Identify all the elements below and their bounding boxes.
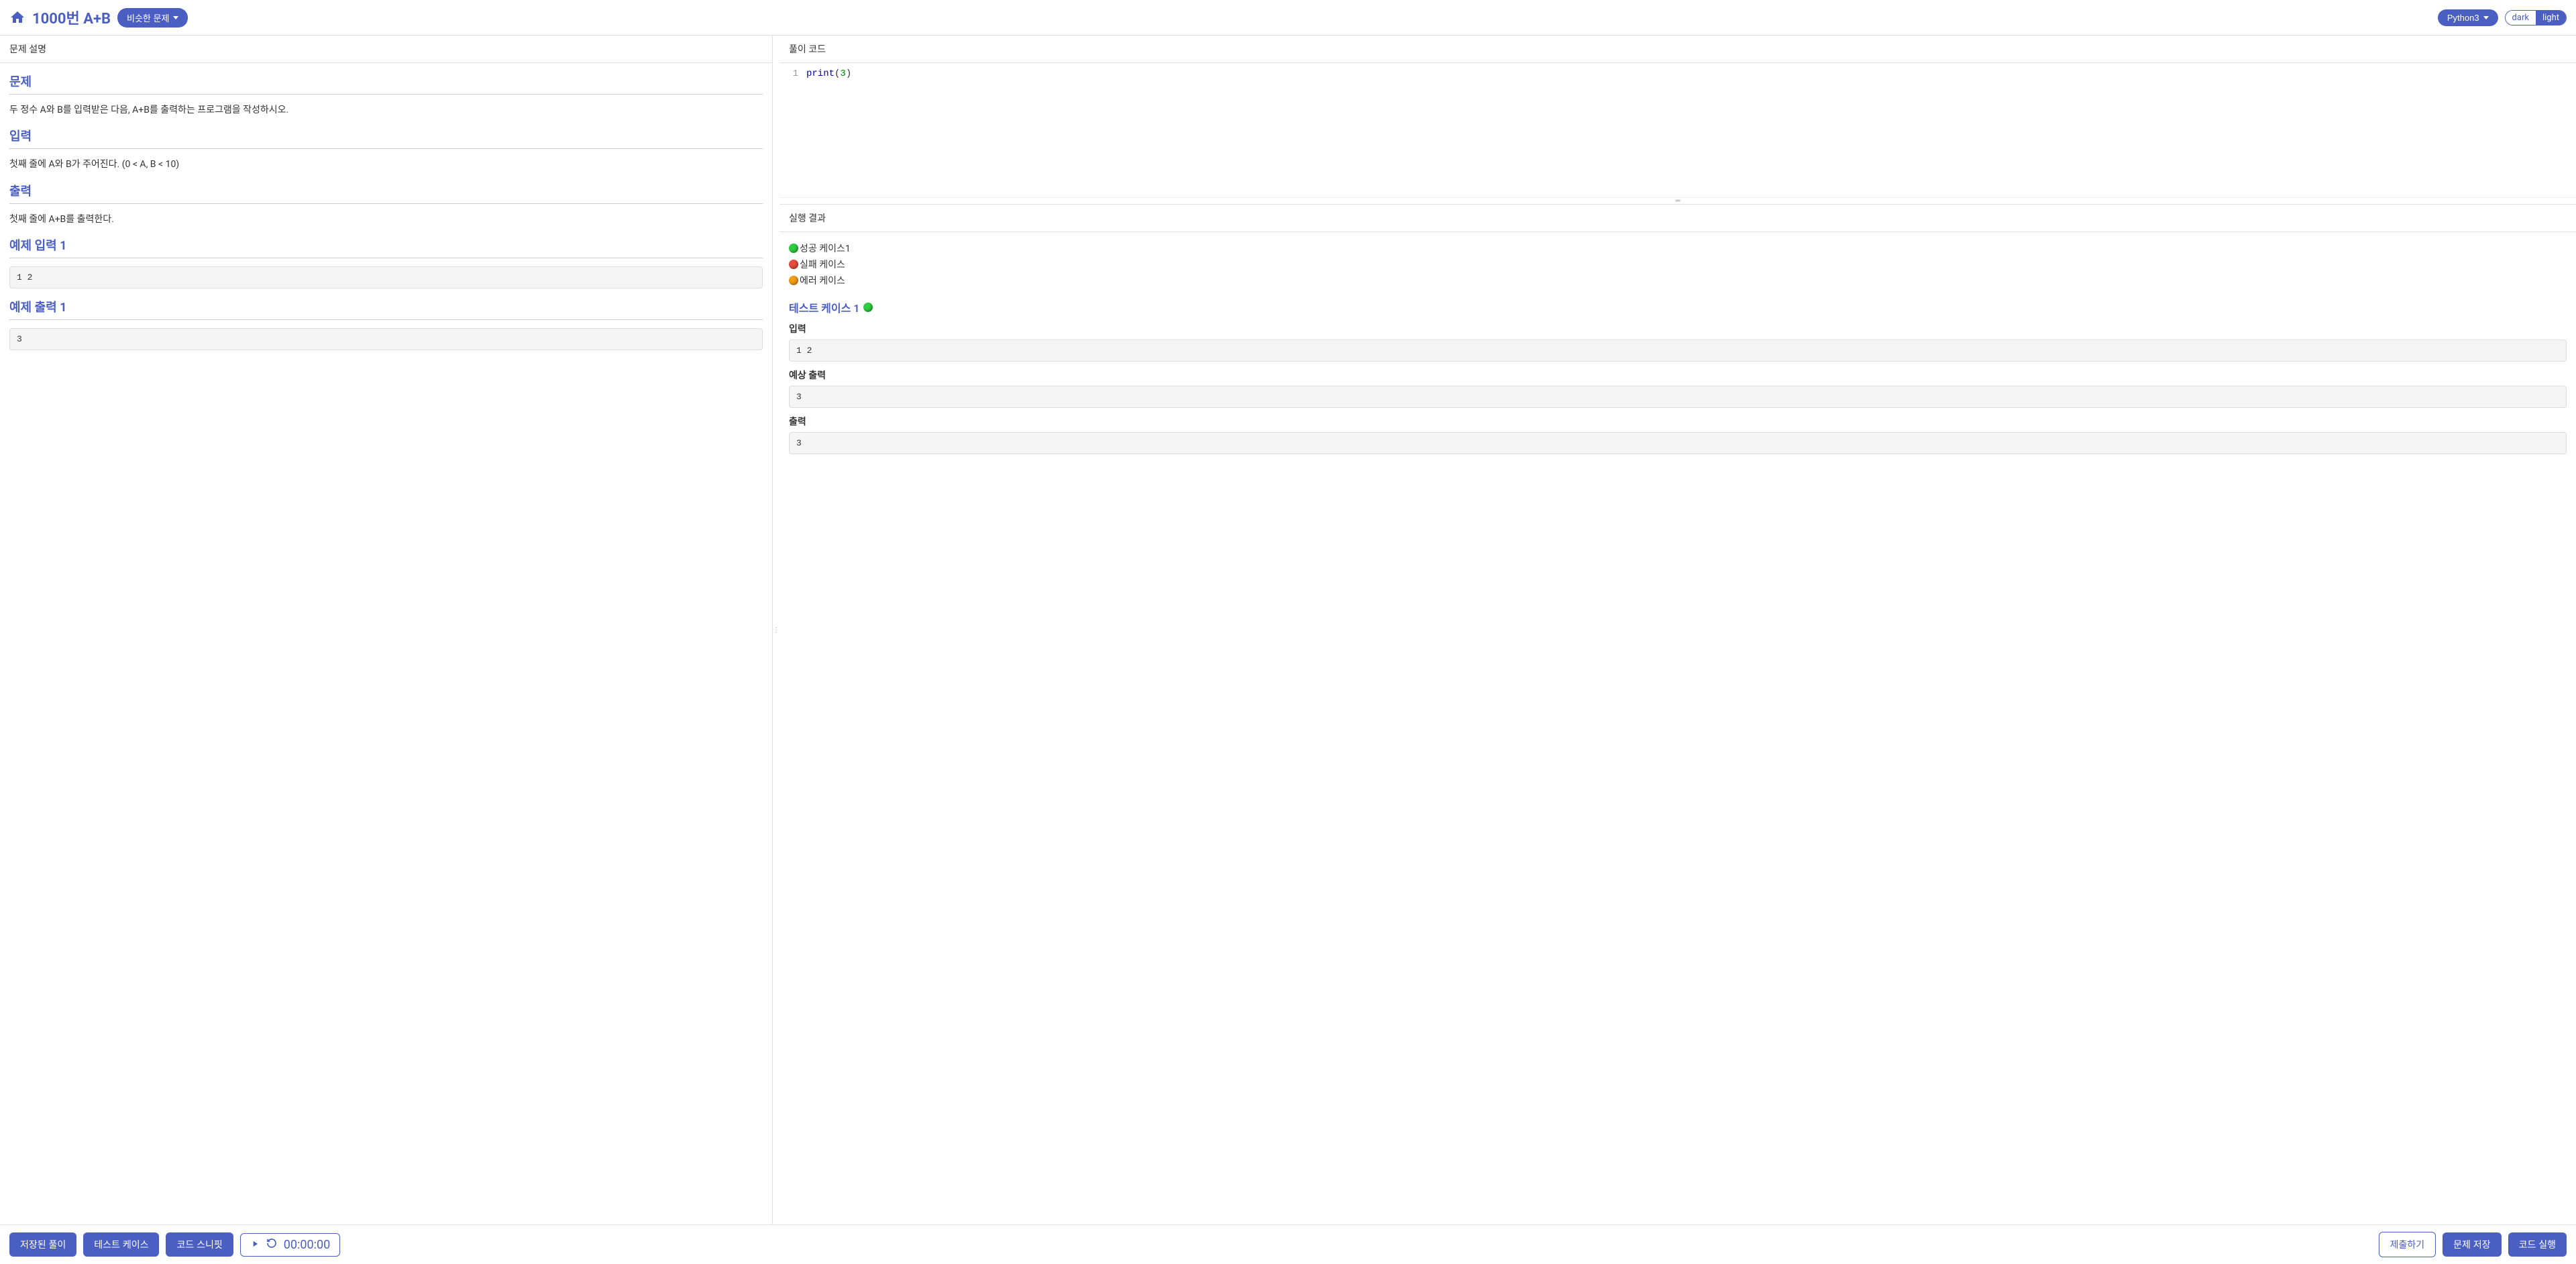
home-icon[interactable] — [9, 9, 25, 25]
play-icon[interactable] — [250, 1238, 260, 1252]
legend-fail-label: 실패 케이스 — [800, 258, 845, 271]
main-area: 문제 설명 문제 두 정수 A와 B를 입력받은 다음, A+B를 출력하는 프… — [0, 36, 2576, 1224]
horizontal-splitter[interactable]: ═ — [780, 197, 2576, 204]
green-dot-icon — [789, 244, 798, 253]
test-output-label: 출력 — [789, 415, 2567, 428]
problem-title: 1000번 A+B — [32, 7, 111, 28]
example-output-box: 3 — [9, 328, 763, 350]
section-output-heading: 출력 — [9, 182, 763, 204]
test-case-title-text: 테스트 케이스 1 — [789, 299, 859, 315]
code-token-number: 3 — [840, 68, 845, 79]
legend-error-label: 에러 케이스 — [800, 274, 845, 287]
results-area: 실행 결과 성공 케이스1 실패 케이스 에러 케이스 테스트 케이스 1 — [780, 204, 2576, 1224]
editor-area: 풀이 코드 1 print(3) — [780, 36, 2576, 197]
header: 1000번 A+B 비슷한 문제 Python3 dark light — [0, 0, 2576, 36]
section-input-heading: 입력 — [9, 127, 763, 149]
code-snippet-button[interactable]: 코드 스니핏 — [166, 1232, 233, 1257]
results-header: 실행 결과 — [780, 205, 2576, 232]
code-token-paren: ) — [846, 68, 851, 79]
footer-right: 제출하기 문제 저장 코드 실행 — [2379, 1232, 2567, 1257]
save-problem-button[interactable]: 문제 저장 — [2443, 1232, 2501, 1257]
legend-success-label: 성공 케이스1 — [800, 242, 851, 255]
code-token-print: print — [806, 68, 835, 79]
footer-left: 저장된 풀이 테스트 케이스 코드 스니핏 00:00:00 — [9, 1232, 340, 1257]
test-input-label: 입력 — [789, 322, 2567, 335]
legend-success: 성공 케이스1 — [789, 242, 2567, 255]
test-output-value: 3 — [789, 432, 2567, 454]
red-dot-icon — [789, 260, 798, 269]
theme-toggle: dark light — [2505, 10, 2567, 25]
footer: 저장된 풀이 테스트 케이스 코드 스니핏 00:00:00 제출하기 문제 저… — [0, 1224, 2576, 1264]
green-dot-icon — [863, 303, 873, 312]
submit-button[interactable]: 제출하기 — [2379, 1232, 2436, 1257]
test-case-button[interactable]: 테스트 케이스 — [83, 1232, 159, 1257]
input-body: 첫째 줄에 A와 B가 주어진다. (0 < A, B < 10) — [9, 157, 763, 172]
code-text: print(3) — [806, 68, 2576, 79]
test-expected-label: 예상 출력 — [789, 368, 2567, 382]
test-case-heading: 테스트 케이스 1 — [789, 299, 2567, 315]
theme-light-option[interactable]: light — [2536, 11, 2566, 25]
legend-error: 에러 케이스 — [789, 274, 2567, 287]
problem-body: 두 정수 A와 B를 입력받은 다음, A+B를 출력하는 프로그램을 작성하시… — [9, 103, 763, 117]
code-line: 1 print(3) — [780, 68, 2576, 79]
language-select-button[interactable]: Python3 — [2438, 9, 2498, 26]
similar-problems-button[interactable]: 비슷한 문제 — [117, 8, 188, 28]
right-panel: 풀이 코드 1 print(3) ═ 실행 결과 성공 케이스1 — [780, 36, 2576, 1224]
problem-description-panel: 문제 설명 문제 두 정수 A와 B를 입력받은 다음, A+B를 출력하는 프… — [0, 36, 773, 1224]
test-input-value: 1 2 — [789, 339, 2567, 362]
chevron-down-icon — [173, 16, 178, 19]
reset-icon[interactable] — [266, 1238, 277, 1252]
example-input-box: 1 2 — [9, 266, 763, 288]
header-right: Python3 dark light — [2438, 9, 2567, 26]
orange-dot-icon — [789, 276, 798, 285]
editor-header: 풀이 코드 — [780, 36, 2576, 63]
theme-dark-option[interactable]: dark — [2506, 11, 2536, 25]
code-editor[interactable]: 1 print(3) — [780, 63, 2576, 197]
header-left: 1000번 A+B 비슷한 문제 — [9, 7, 188, 28]
problem-content: 문제 두 정수 A와 B를 입력받은 다음, A+B를 출력하는 프로그램을 작… — [0, 63, 772, 360]
legend-fail: 실패 케이스 — [789, 258, 2567, 271]
example-input-heading: 예제 입력 1 — [9, 236, 763, 258]
saved-solutions-button[interactable]: 저장된 풀이 — [9, 1232, 76, 1257]
timer-box: 00:00:00 — [240, 1233, 340, 1257]
timer-value: 00:00:00 — [284, 1238, 330, 1252]
chevron-down-icon — [2483, 16, 2489, 19]
results-content: 성공 케이스1 실패 케이스 에러 케이스 테스트 케이스 1 입력 1 2 예… — [780, 232, 2576, 464]
language-label: Python3 — [2447, 13, 2479, 23]
problem-panel-header: 문제 설명 — [0, 36, 772, 63]
example-output-heading: 예제 출력 1 — [9, 298, 763, 320]
similar-problems-label: 비슷한 문제 — [127, 11, 169, 24]
output-body: 첫째 줄에 A+B를 출력한다. — [9, 212, 763, 227]
line-number: 1 — [780, 68, 806, 79]
vertical-splitter[interactable]: ⋮ — [773, 36, 780, 1224]
section-problem-heading: 문제 — [9, 72, 763, 95]
run-code-button[interactable]: 코드 실행 — [2508, 1232, 2567, 1257]
test-expected-value: 3 — [789, 386, 2567, 408]
